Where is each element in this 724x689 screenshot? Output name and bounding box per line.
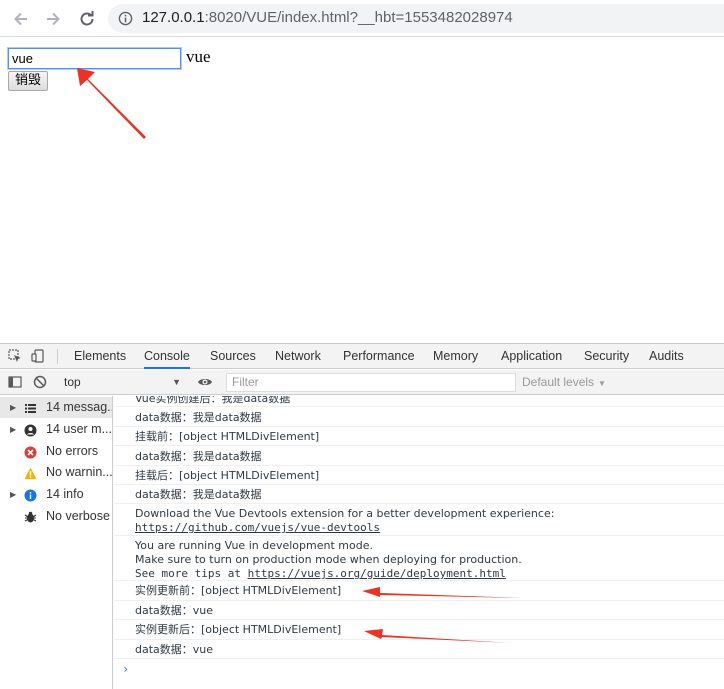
console-message-text: See more tips at bbox=[135, 567, 248, 580]
console-message: 挂载后：[object HTMLDivElement] bbox=[114, 466, 724, 485]
expand-caret-icon[interactable]: ▶ bbox=[10, 397, 16, 418]
sidebar-item-label: No errors bbox=[46, 443, 99, 458]
sidebar-item-label: No warnin... bbox=[46, 465, 113, 480]
list-icon bbox=[24, 401, 37, 414]
console-message-text: Vue实例创建后：我是data数据 bbox=[135, 396, 291, 405]
verbose-icon bbox=[24, 510, 37, 523]
screen: 127.0.0.1:8020/VUE/index.html?__hbt=1553… bbox=[0, 0, 724, 689]
console-message-text: 实例更新前：[object HTMLDivElement] bbox=[135, 584, 342, 597]
console-message-text: 挂载前：[object HTMLDivElement] bbox=[135, 430, 320, 443]
live-expression-eye-icon[interactable] bbox=[197, 375, 213, 389]
console-message: data数据：vue bbox=[114, 601, 724, 620]
clear-console-icon[interactable] bbox=[33, 375, 47, 389]
devtools-panel: Elements Console Sources Network Performance… bbox=[0, 343, 724, 689]
console-message: You are running Vue in development mode.… bbox=[114, 536, 724, 581]
tab-console[interactable]: Console bbox=[144, 344, 190, 369]
context-select[interactable]: top ▼ bbox=[60, 373, 185, 391]
sidebar-item-label: 14 user m... bbox=[46, 421, 112, 436]
back-button[interactable] bbox=[10, 8, 32, 30]
console-message-text: 挂载后：[object HTMLDivElement] bbox=[135, 469, 320, 482]
info-icon bbox=[24, 488, 37, 502]
dropdown-arrow-icon: ▼ bbox=[172, 377, 181, 387]
console-message: 挂载前：[object HTMLDivElement] bbox=[114, 427, 724, 446]
reload-button[interactable] bbox=[76, 8, 98, 30]
info-icon[interactable] bbox=[118, 11, 133, 26]
console-message: data数据：我是data数据 bbox=[114, 485, 724, 504]
device-toolbar-icon[interactable] bbox=[31, 349, 45, 363]
inspect-element-icon[interactable] bbox=[8, 349, 22, 363]
tab-elements[interactable]: Elements bbox=[74, 344, 126, 369]
address-bar[interactable]: 127.0.0.1:8020/VUE/index.html?__hbt=1553… bbox=[108, 4, 724, 33]
url-host: 127.0.0.1 bbox=[142, 9, 205, 26]
sidebar-item-label: 14 messag... bbox=[46, 400, 113, 414]
url-path: :8020/VUE/index.html?__hbt=1553482028974 bbox=[204, 9, 513, 26]
console-message-text: Make sure to turn on production mode whe… bbox=[135, 553, 522, 566]
browser-toolbar: 127.0.0.1:8020/VUE/index.html?__hbt=1553… bbox=[0, 0, 724, 37]
console-message-text: data数据：vue bbox=[135, 643, 214, 656]
console-message: Vue实例创建后：我是data数据 bbox=[114, 396, 724, 407]
console-message: Download the Vue Devtools extension for … bbox=[114, 504, 724, 536]
text-input[interactable] bbox=[7, 47, 182, 70]
console-message: 实例更新前：[object HTMLDivElement] bbox=[114, 581, 724, 601]
console-message: data数据：我是data数据 bbox=[114, 408, 724, 427]
console-link[interactable]: https://github.com/vuejs/vue-devtools bbox=[135, 521, 380, 534]
sidebar-item-verbose[interactable]: No verbose bbox=[0, 506, 112, 527]
console-filterbar: top ▼ Filter Default levels ▼ bbox=[0, 370, 724, 395]
destroy-button[interactable]: 销毁 bbox=[8, 71, 49, 91]
console-message-text: data数据：我是data数据 bbox=[135, 411, 262, 424]
error-icon bbox=[24, 445, 37, 459]
back-arrow-icon bbox=[14, 12, 27, 26]
tab-application[interactable]: Application bbox=[501, 344, 562, 369]
devtools-tabbar: Elements Console Sources Network Performance… bbox=[0, 344, 724, 369]
console-message-text: You are running Vue in development mode. bbox=[135, 539, 373, 552]
tab-audits[interactable]: Audits bbox=[649, 344, 684, 369]
console-message: 实例更新后：[object HTMLDivElement] bbox=[114, 620, 724, 640]
page-viewport: vue 销毁 bbox=[0, 38, 724, 343]
user-icon bbox=[24, 423, 37, 437]
sidebar-toggle-icon[interactable] bbox=[8, 375, 22, 389]
console-message-text: data数据：我是data数据 bbox=[135, 450, 262, 463]
tab-network[interactable]: Network bbox=[275, 344, 321, 369]
forward-button[interactable] bbox=[42, 8, 64, 30]
console-sidebar: ▶ 14 messag... ▶ 14 user m... No errors No wa… bbox=[0, 396, 113, 689]
console-message-text: data数据：我是data数据 bbox=[135, 488, 262, 501]
sidebar-item-error[interactable]: No errors bbox=[0, 441, 112, 462]
sidebar-item-user[interactable]: ▶ 14 user m... bbox=[0, 419, 112, 440]
sidebar-item-warning[interactable]: No warnin... bbox=[0, 462, 113, 483]
sidebar-item-info[interactable]: ▶ 14 info bbox=[0, 484, 112, 505]
console-messages: Vue实例创建后：我是data数据 data数据：我是data数据 挂载前：[obj… bbox=[114, 396, 724, 689]
tab-security[interactable]: Security bbox=[584, 344, 629, 369]
tab-sources[interactable]: Sources bbox=[210, 344, 256, 369]
toolbar-divider bbox=[57, 349, 58, 364]
url-text[interactable]: 127.0.0.1:8020/VUE/index.html?__hbt=1553… bbox=[142, 9, 513, 26]
console-filter-input[interactable]: Filter bbox=[226, 373, 516, 392]
sidebar-item-label: 14 info bbox=[46, 487, 84, 502]
console-message: data数据：vue bbox=[114, 640, 724, 659]
console-prompt[interactable]: › bbox=[122, 662, 129, 676]
expand-caret-icon[interactable]: ▶ bbox=[10, 484, 16, 505]
sidebar-item-list[interactable]: ▶ 14 messag... bbox=[0, 397, 113, 418]
reload-icon bbox=[80, 11, 94, 26]
tab-performance[interactable]: Performance bbox=[343, 344, 415, 369]
tab-memory[interactable]: Memory bbox=[433, 344, 478, 369]
console-message-text: Download the Vue Devtools extension for … bbox=[135, 507, 555, 520]
dropdown-arrow-icon: ▼ bbox=[598, 379, 606, 388]
warning-icon bbox=[24, 466, 37, 480]
sidebar-item-label: No verbose bbox=[46, 509, 110, 523]
context-select-value: top bbox=[64, 375, 81, 389]
console-message: data数据：我是data数据 bbox=[114, 447, 724, 466]
console-message-text: data数据：vue bbox=[135, 604, 214, 617]
log-levels-label: Default levels bbox=[522, 375, 595, 389]
expand-caret-icon[interactable]: ▶ bbox=[10, 419, 16, 440]
console-link[interactable]: https://vuejs.org/guide/deployment.html bbox=[248, 567, 506, 580]
forward-arrow-icon bbox=[47, 12, 60, 26]
console-message-text: 实例更新后：[object HTMLDivElement] bbox=[135, 623, 342, 636]
bound-text: vue bbox=[186, 47, 211, 66]
log-levels-select[interactable]: Default levels ▼ bbox=[522, 374, 606, 392]
